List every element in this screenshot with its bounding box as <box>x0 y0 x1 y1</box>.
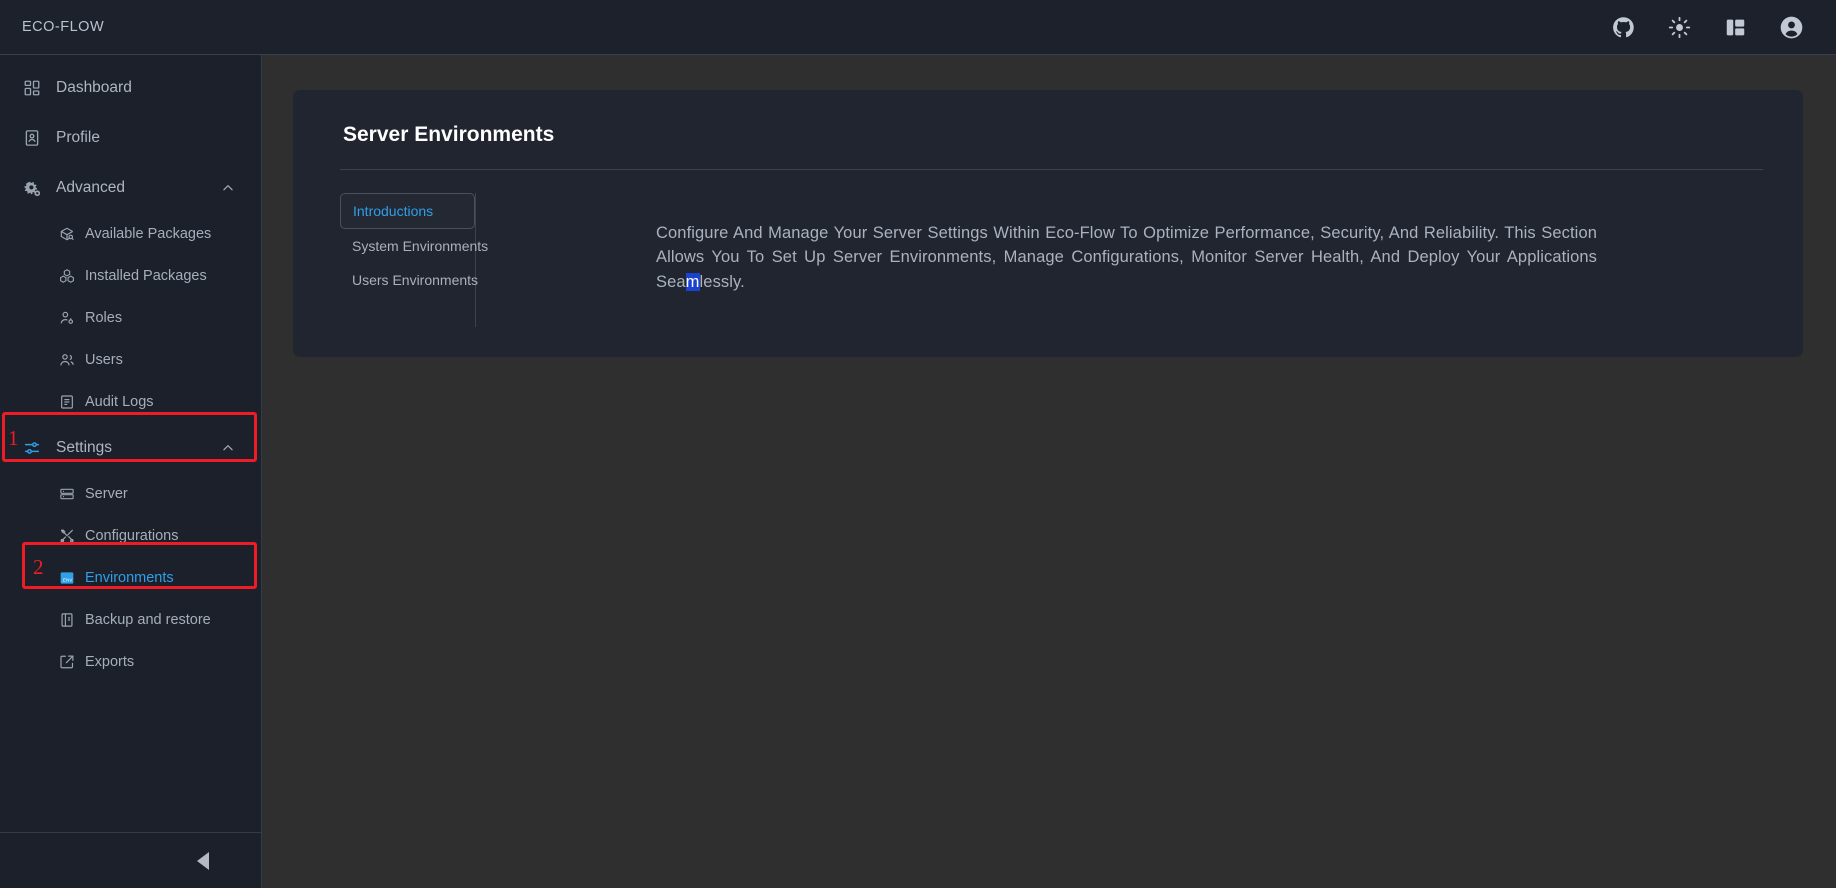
user-key-icon <box>58 310 75 327</box>
gears-icon <box>22 178 42 198</box>
sidebar-item-label: Environments <box>85 570 174 586</box>
tab-system-environments[interactable]: System Environments <box>340 229 475 263</box>
sidebar-item-profile[interactable]: Profile <box>0 113 261 163</box>
sidebar-item-users[interactable]: Users <box>0 339 261 381</box>
layout-panel-icon[interactable] <box>1722 14 1748 40</box>
server-rack-icon <box>58 486 75 503</box>
tab-users-environments[interactable]: Users Environments <box>340 263 475 297</box>
sidebar-item-label: Settings <box>56 439 112 457</box>
sidebar: Dashboard Profile <box>0 55 262 888</box>
sidebar-item-available-packages[interactable]: Available Packages <box>0 213 261 255</box>
app-brand-title: ECO-FLOW <box>22 19 104 35</box>
tab-introductions[interactable]: Introductions <box>340 193 475 229</box>
server-environments-card: Server Environments Introductions System… <box>293 90 1803 357</box>
chevron-up-icon[interactable] <box>221 181 235 195</box>
packages-stack-icon <box>58 268 75 285</box>
introductions-panel: Configure And Manage Your Server Setting… <box>476 193 1773 327</box>
sidebar-item-settings[interactable]: Settings <box>0 423 261 473</box>
export-share-icon <box>58 654 75 671</box>
sidebar-item-backup-and-restore[interactable]: Backup and restore <box>0 599 261 641</box>
github-icon[interactable] <box>1610 14 1636 40</box>
sidebar-item-installed-packages[interactable]: Installed Packages <box>0 255 261 297</box>
package-search-icon <box>58 226 75 243</box>
sidebar-item-label: Profile <box>56 129 100 147</box>
paragraph-text-before: Configure And Manage Your Server Setting… <box>656 224 1597 291</box>
user-avatar-icon[interactable] <box>1778 14 1804 40</box>
sidebar-item-advanced[interactable]: Advanced <box>0 163 261 213</box>
sidebar-item-label: Backup and restore <box>85 612 211 628</box>
dashboard-grid-icon <box>22 78 42 98</box>
sidebar-nav: Dashboard Profile <box>0 55 261 832</box>
sidebar-item-label: Installed Packages <box>85 268 207 284</box>
sidebar-item-label: Available Packages <box>85 226 211 242</box>
page-title: Server Environments <box>323 116 1773 147</box>
backup-archive-icon <box>58 612 75 629</box>
tools-icon <box>58 528 75 545</box>
audit-log-icon <box>58 394 75 411</box>
profile-card-icon <box>22 128 42 148</box>
sidebar-item-dashboard[interactable]: Dashboard <box>0 63 261 113</box>
topbar-actions <box>1610 14 1804 40</box>
sidebar-footer <box>0 832 261 888</box>
sidebar-item-label: Server <box>85 486 128 502</box>
top-bar: ECO-FLOW <box>0 0 1836 55</box>
sliders-icon <box>22 438 42 458</box>
users-icon <box>58 352 75 369</box>
sidebar-item-server[interactable]: Server <box>0 473 261 515</box>
env-file-icon: .ENV <box>58 570 75 587</box>
sidebar-item-label: Dashboard <box>56 79 132 97</box>
sidebar-item-environments[interactable]: .ENV Environments <box>0 557 261 599</box>
application-window: ECO-FLOW <box>0 0 1836 888</box>
sidebar-item-label: Roles <box>85 310 122 326</box>
selected-text: m <box>686 273 700 291</box>
sun-icon[interactable] <box>1666 14 1692 40</box>
sidebar-item-roles[interactable]: Roles <box>0 297 261 339</box>
sidebar-item-audit-logs[interactable]: Audit Logs <box>0 381 261 423</box>
introduction-paragraph: Configure And Manage Your Server Setting… <box>656 221 1597 294</box>
card-body: Introductions System Environments Users … <box>323 170 1773 327</box>
chevron-up-icon[interactable] <box>221 441 235 455</box>
sidebar-item-exports[interactable]: Exports <box>0 641 261 683</box>
sidebar-item-label: Audit Logs <box>85 394 154 410</box>
tab-list: Introductions System Environments Users … <box>340 193 476 327</box>
paragraph-text-after: lessly. <box>700 273 745 291</box>
sidebar-item-configurations[interactable]: Configurations <box>0 515 261 557</box>
collapse-sidebar-button[interactable] <box>197 852 209 870</box>
svg-text:.ENV: .ENV <box>61 577 73 582</box>
sidebar-item-label: Exports <box>85 654 134 670</box>
sidebar-item-label: Users <box>85 352 123 368</box>
sidebar-item-label: Advanced <box>56 179 125 197</box>
sidebar-item-label: Configurations <box>85 528 179 544</box>
main-content: Server Environments Introductions System… <box>263 55 1836 888</box>
